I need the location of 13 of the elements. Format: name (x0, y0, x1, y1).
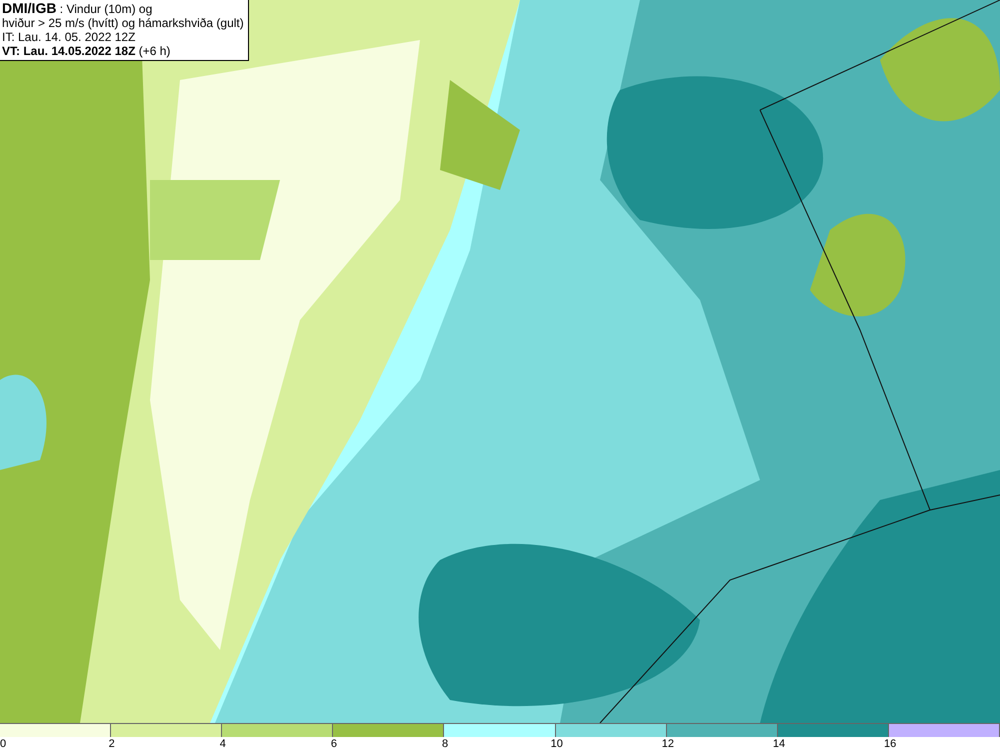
info-text: hviður > 25 m/s (hvítt) og hámarkshviða (gult) (2, 16, 244, 30)
info-text: DMI/IGB : Vindur (10m) og (2, 1, 154, 16)
legend-tick-label: 8 (442, 737, 448, 751)
info-text: VT: Lau. 14.05.2022 18Z (+6 h) (2, 44, 172, 58)
info-text: IT: Lau. 14. 05. 2022 12Z (2, 30, 136, 44)
legend-tick-label: 12 (662, 737, 674, 751)
legend-tick-label: 0 (0, 737, 6, 751)
legend-tick-label: 16 (884, 737, 896, 751)
legend-tick-label: 4 (220, 737, 226, 751)
legend-tick-label: 6 (330, 737, 337, 751)
legend-tick-label: 2 (108, 737, 115, 751)
legend-tick-label: 10 (550, 737, 563, 751)
legend-tick-label: 14 (772, 737, 786, 751)
